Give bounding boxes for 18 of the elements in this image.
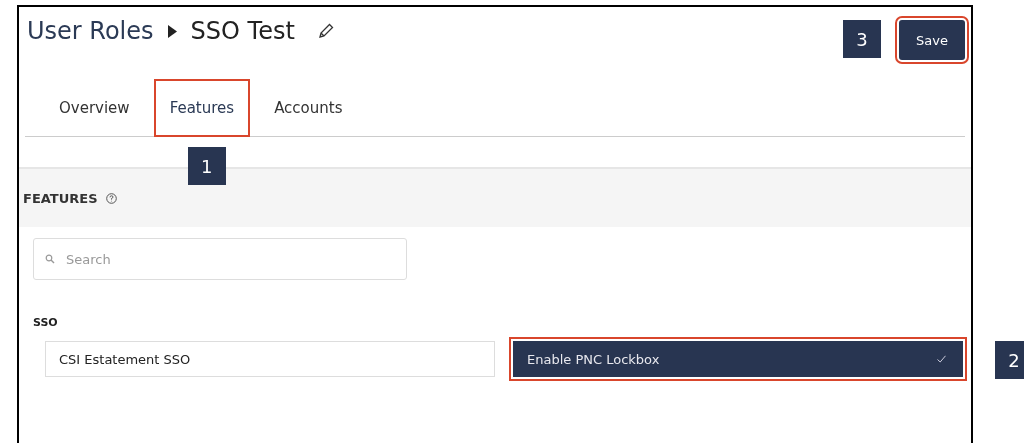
section-title: FEATURES (23, 190, 98, 206)
search-field[interactable]: Search (33, 238, 407, 280)
group-title: SSO (33, 316, 59, 329)
caret-icon (167, 24, 177, 38)
check-icon (937, 355, 946, 363)
feature-toggle[interactable]: Enable PNC Lockbox (513, 341, 963, 377)
help-icon[interactable] (105, 192, 117, 204)
search-icon (45, 254, 55, 264)
pencil-icon[interactable] (316, 22, 335, 40)
breadcrumb-link[interactable]: User Roles (27, 17, 154, 45)
step-number-badge: 1 (187, 147, 226, 185)
step-number-badge: 2 (995, 341, 1024, 379)
feature-toggle[interactable]: CSI Estatement SSO (45, 341, 495, 377)
page-title: SSO Test (190, 17, 295, 45)
step-number-badge: 3 (843, 20, 881, 58)
tab[interactable]: Accounts (258, 79, 359, 137)
tab[interactable]: Features (153, 79, 251, 137)
tab[interactable]: Overview (43, 79, 146, 137)
